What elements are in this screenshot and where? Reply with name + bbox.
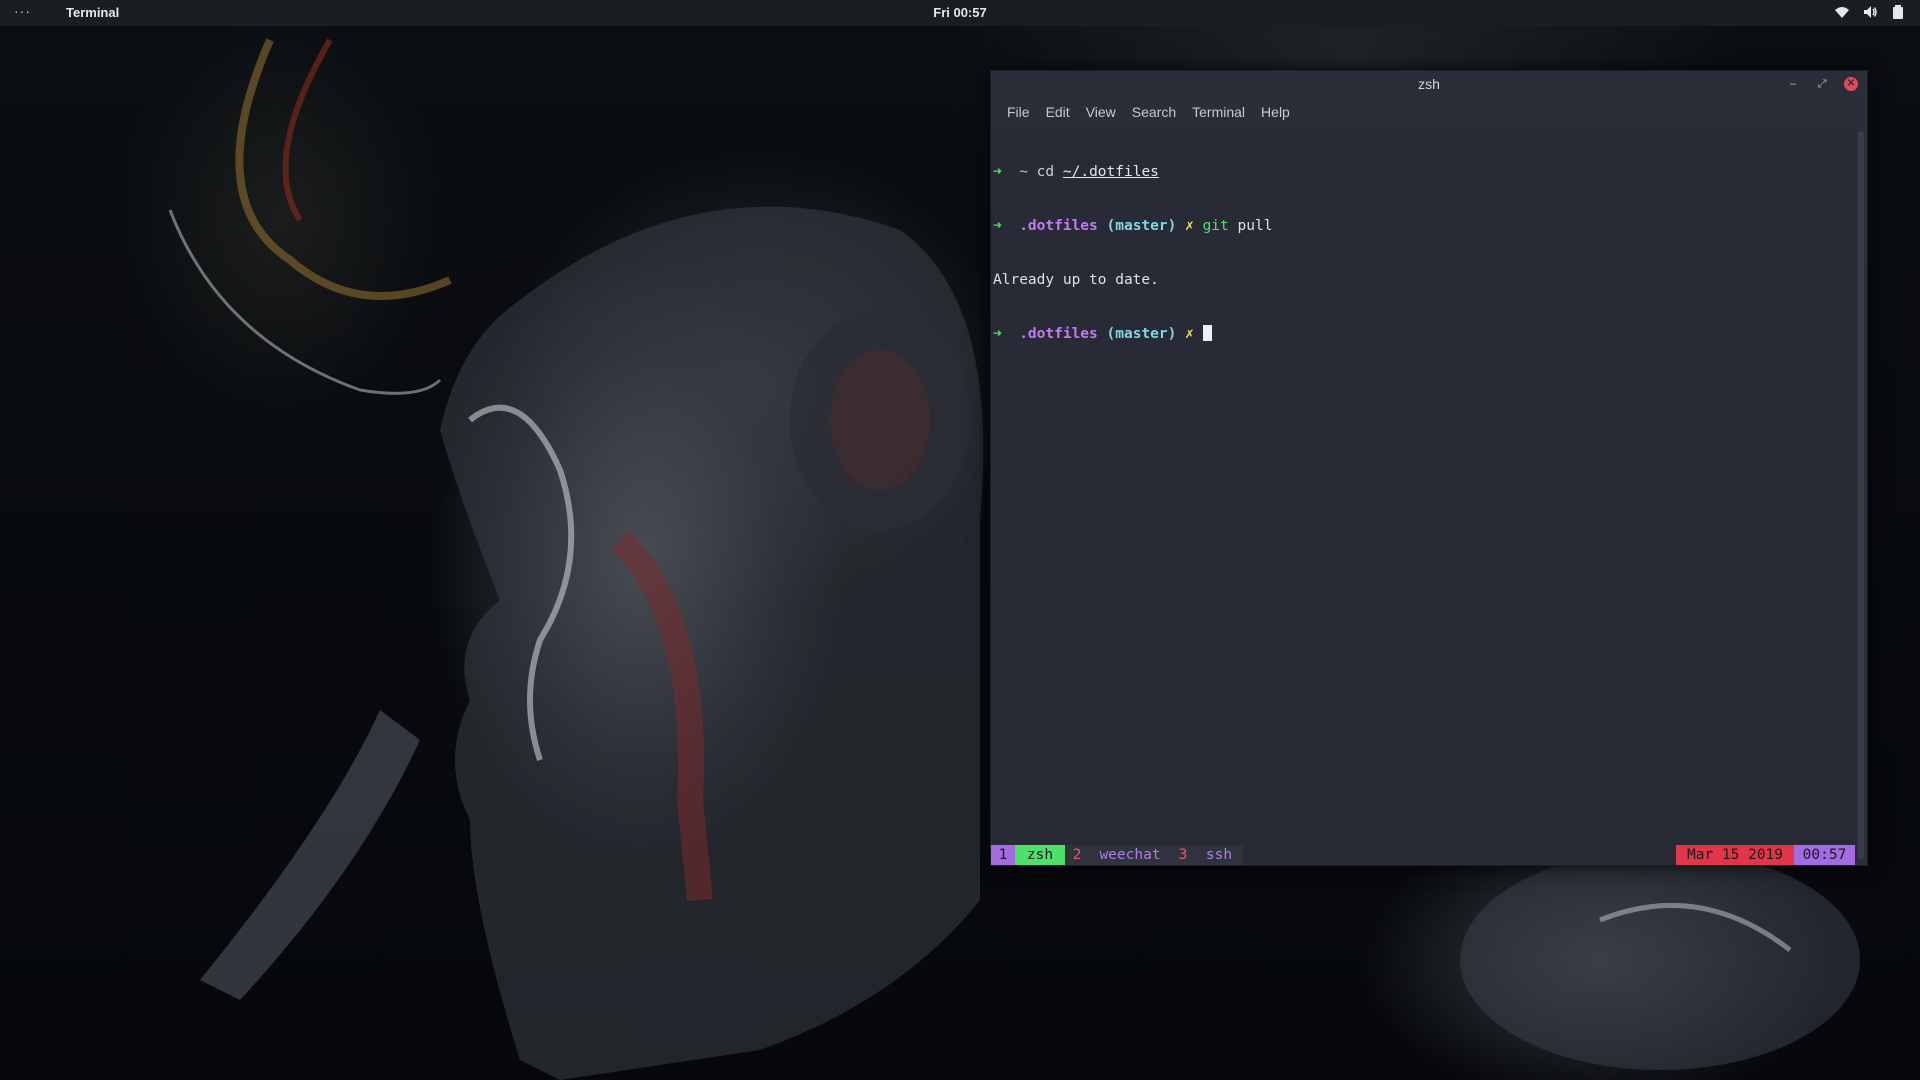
command-arg: pull [1237, 218, 1273, 234]
prompt-dir: ~ [1019, 164, 1028, 180]
terminal-window[interactable]: zsh – ⤢ ✕ File Edit View Search Terminal… [990, 70, 1868, 866]
prompt-dir: .dotfiles [1019, 218, 1098, 234]
wifi-icon[interactable] [1834, 4, 1850, 20]
prompt-arrow: ➜ [993, 164, 1002, 180]
tmux-date: Mar 15 2019 [1676, 845, 1794, 865]
prompt-arrow: ➜ [993, 326, 1002, 342]
tmux-window-index: 3 [1171, 845, 1195, 865]
command-arg: ~/.dotfiles [1062, 164, 1159, 180]
system-tray[interactable] [1834, 4, 1906, 20]
menu-edit[interactable]: Edit [1038, 97, 1078, 127]
window-title: zsh [1418, 76, 1440, 92]
terminal-output[interactable]: ➜ ~ cd ~/.dotfiles ➜ .dotfiles (master) … [991, 127, 1855, 831]
top-panel: ··· Terminal Fri 00:57 [0, 0, 1920, 26]
terminal-line: ➜ ~ cd ~/.dotfiles [991, 163, 1855, 181]
terminal-line: ➜ .dotfiles (master) ✗ [991, 325, 1855, 343]
command: cd [1036, 164, 1055, 180]
menu-file[interactable]: File [999, 97, 1038, 127]
menu-help[interactable]: Help [1253, 97, 1298, 127]
text-cursor [1202, 325, 1212, 341]
maximize-icon[interactable]: ⤢ [1815, 77, 1829, 91]
volume-icon[interactable] [1862, 4, 1878, 20]
close-icon[interactable]: ✕ [1844, 77, 1858, 91]
tmux-time: 00:57 [1794, 845, 1855, 865]
tmux-window-active: zsh [1015, 845, 1065, 865]
tmux-window-index: 2 [1065, 845, 1089, 865]
minimize-icon[interactable]: – [1786, 77, 1800, 91]
prompt-dirty-marker: ✗ [1185, 326, 1194, 342]
tmux-window: weechat [1089, 845, 1171, 865]
prompt-dir: .dotfiles [1019, 326, 1098, 342]
scrollbar[interactable] [1855, 127, 1867, 865]
prompt-branch: (master) [1106, 326, 1177, 342]
window-titlebar[interactable]: zsh – ⤢ ✕ [991, 71, 1867, 97]
tmux-window-index: 1 [991, 845, 1015, 865]
menu-view[interactable]: View [1078, 97, 1124, 127]
prompt-branch: (master) [1106, 218, 1177, 234]
app-menu[interactable]: Terminal [66, 5, 119, 20]
tmux-window: ssh [1195, 845, 1243, 865]
scrollbar-thumb[interactable] [1858, 131, 1864, 859]
prompt-arrow: ➜ [993, 218, 1002, 234]
tmux-status-bar: 1 zsh 2 weechat 3 ssh Mar 15 2019 00:57 [991, 845, 1855, 865]
menu-terminal[interactable]: Terminal [1184, 97, 1253, 127]
terminal-line: ➜ .dotfiles (master) ✗ git pull [991, 217, 1855, 235]
command: git [1202, 218, 1229, 234]
activities-button[interactable]: ··· [14, 3, 31, 19]
battery-icon[interactable] [1890, 4, 1906, 20]
menu-bar: File Edit View Search Terminal Help [991, 97, 1867, 127]
prompt-dirty-marker: ✗ [1185, 218, 1194, 234]
menu-search[interactable]: Search [1124, 97, 1184, 127]
clock[interactable]: Fri 00:57 [933, 5, 986, 20]
terminal-output-line: Already up to date. [993, 272, 1159, 288]
